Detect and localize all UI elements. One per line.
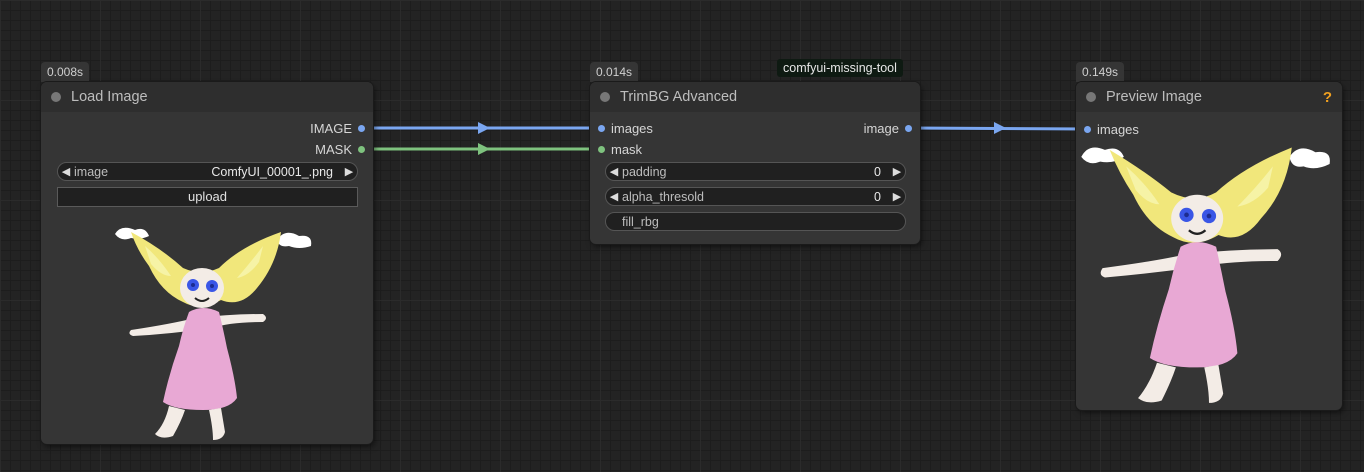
timing-badge-load-image: 0.008s	[41, 62, 90, 82]
slot-label: mask	[611, 142, 643, 157]
image-combo-widget[interactable]: ◀ image ComfyUI_00001_.png ▶	[57, 162, 358, 181]
padding-number-widget[interactable]: ◀ padding 0 ▶	[605, 162, 906, 181]
output-slot-image[interactable]: image	[864, 121, 912, 136]
upload-button[interactable]: upload	[57, 187, 358, 207]
widget-label: alpha_thresold	[622, 189, 705, 204]
slot-label: MASK	[315, 142, 352, 157]
mask-link	[363, 143, 599, 155]
trimbg-advanced-node[interactable]: TrimBG Advanced images mask image ◀ padd…	[590, 82, 920, 244]
input-slot-images[interactable]: images	[1084, 122, 1139, 137]
slot-label: images	[611, 121, 653, 136]
load-image-node[interactable]: Load Image IMAGE MASK ◀ image ComfyUI_00…	[41, 82, 373, 444]
left-arrow-icon[interactable]: ◀	[58, 165, 74, 178]
loaded-image-preview	[115, 227, 312, 440]
slot-label: images	[1097, 122, 1139, 137]
input-slot-mask[interactable]: mask	[598, 142, 642, 157]
timing-badge-preview: 0.149s	[1076, 62, 1125, 82]
widget-value: 0	[874, 189, 881, 204]
node-title-bar[interactable]: Preview Image ?	[1076, 82, 1342, 112]
slot-label: image	[863, 121, 899, 136]
slot-dot-icon[interactable]	[358, 125, 365, 132]
image-link-2	[911, 122, 1086, 134]
slot-dot-icon[interactable]	[598, 125, 605, 132]
node-title: TrimBG Advanced	[620, 89, 738, 105]
widget-label: fill_rbg	[622, 214, 659, 229]
node-title: Preview Image	[1106, 89, 1202, 105]
slot-dot-icon[interactable]	[1084, 126, 1091, 133]
node-title: Load Image	[71, 89, 148, 105]
alpha-threshold-number-widget[interactable]: ◀ alpha_thresold 0 ▶	[605, 187, 906, 206]
image-link-1	[363, 122, 599, 134]
preview-output-image	[1081, 147, 1330, 403]
right-arrow-icon[interactable]: ▶	[341, 165, 357, 178]
character-drawing	[115, 227, 312, 440]
help-icon[interactable]: ?	[1323, 89, 1332, 106]
output-slot-image[interactable]: IMAGE	[310, 121, 365, 136]
collapse-dot-icon[interactable]	[1086, 92, 1096, 102]
right-arrow-icon[interactable]: ▶	[889, 165, 905, 178]
collapse-dot-icon[interactable]	[51, 92, 61, 102]
preview-image-node[interactable]: Preview Image ? images	[1076, 82, 1342, 410]
left-arrow-icon[interactable]: ◀	[606, 165, 622, 178]
widget-label: padding	[622, 164, 667, 179]
input-slot-images[interactable]: images	[598, 121, 653, 136]
slot-dot-icon[interactable]	[598, 146, 605, 153]
widget-value: ComfyUI_00001_.png	[211, 164, 333, 179]
output-slot-mask[interactable]: MASK	[315, 142, 365, 157]
character-drawing	[1081, 147, 1330, 403]
widget-value: 0	[874, 164, 881, 179]
left-arrow-icon[interactable]: ◀	[606, 190, 622, 203]
node-title-bar[interactable]: TrimBG Advanced	[590, 82, 920, 112]
widget-label: image	[74, 164, 109, 179]
timing-badge-trimbg: 0.014s	[590, 62, 639, 82]
node-title-bar[interactable]: Load Image	[41, 82, 373, 112]
slot-label: IMAGE	[310, 121, 352, 136]
slot-dot-icon[interactable]	[358, 146, 365, 153]
collapse-dot-icon[interactable]	[600, 92, 610, 102]
slot-dot-icon[interactable]	[905, 125, 912, 132]
missing-tool-badge: comfyui-missing-tool	[777, 59, 903, 77]
right-arrow-icon[interactable]: ▶	[889, 190, 905, 203]
fill-rgb-toggle[interactable]: fill_rbg	[605, 212, 906, 231]
